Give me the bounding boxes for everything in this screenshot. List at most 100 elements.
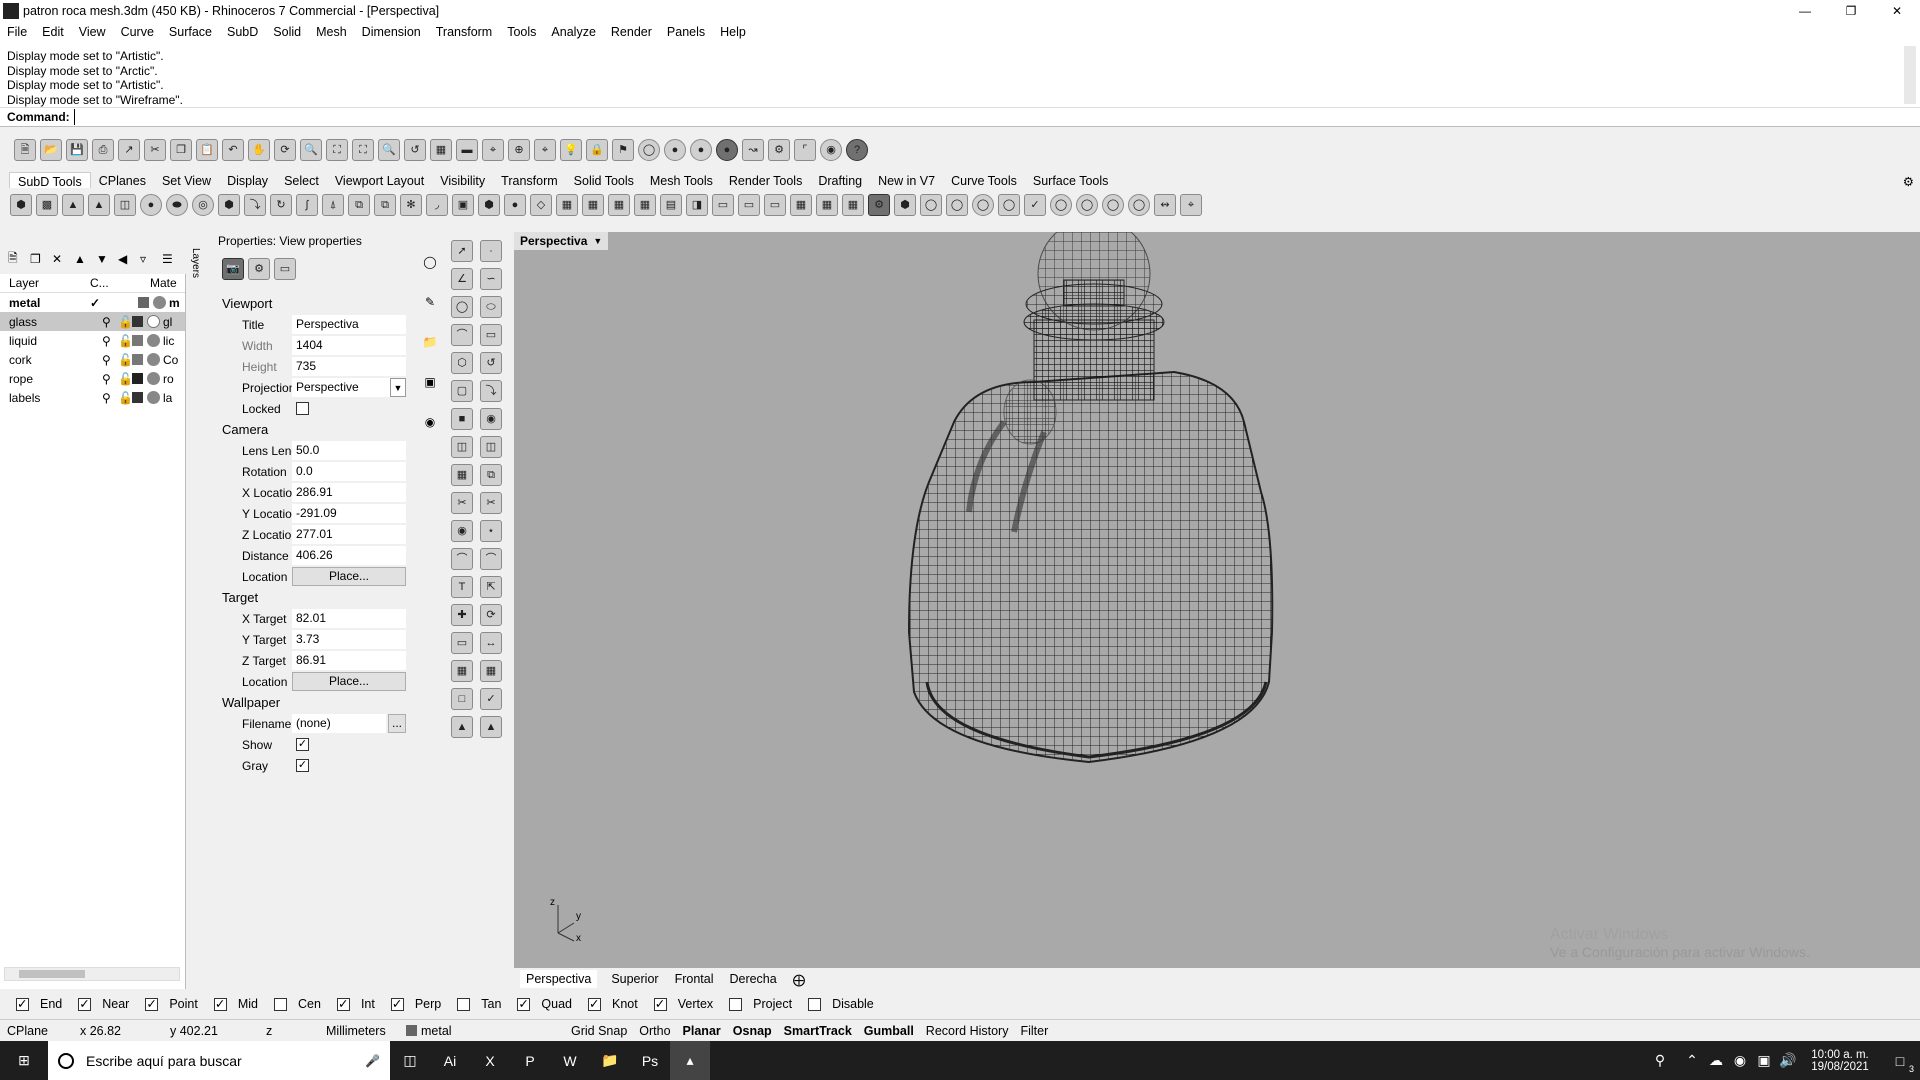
subd-sphere-icon[interactable]: ● — [140, 194, 162, 216]
subd-symmetry-icon[interactable]: ▦ — [790, 194, 812, 216]
subd-slide-icon[interactable]: ◇ — [530, 194, 552, 216]
analysis-icon[interactable]: ▲ — [480, 716, 502, 738]
height-field[interactable]: 735 — [292, 357, 406, 376]
tab-select[interactable]: Select — [284, 174, 319, 188]
projection-select[interactable]: Perspective ▼ — [292, 378, 406, 397]
tab-render-tools[interactable]: Render Tools — [729, 174, 802, 188]
new-sublayer-icon[interactable]: ❐ — [30, 252, 52, 266]
distance-field[interactable]: 406.26 — [292, 546, 406, 565]
toggle-osnap[interactable]: Osnap — [733, 1024, 772, 1038]
subd-gumball-icon[interactable]: ↭ — [1154, 194, 1176, 216]
new-file-icon[interactable]: 🗎 — [14, 139, 36, 161]
word-icon[interactable]: W — [550, 1041, 590, 1080]
current-layer-check-icon[interactable]: ✓ — [90, 296, 138, 310]
rhino-taskbar-icon[interactable]: ▴ — [670, 1041, 710, 1080]
rectangle-icon[interactable]: ▭ — [480, 324, 502, 346]
tab-frontal[interactable]: Frontal — [675, 972, 714, 986]
tab-display[interactable]: Display — [227, 174, 268, 188]
zoom-window-icon[interactable]: ⛶ — [326, 139, 348, 161]
subd-analysis-icon[interactable]: ◯ — [1128, 194, 1150, 216]
osnap-vertex-checkbox[interactable]: ✓ — [653, 997, 667, 1011]
subd-subdivide-icon[interactable]: ▤ — [660, 194, 682, 216]
menu-analyze[interactable]: Analyze — [551, 25, 595, 39]
filter-icon[interactable]: ▿ — [140, 252, 162, 266]
viewport-title[interactable]: Perspectiva ▼ — [514, 232, 609, 250]
undo-icon[interactable]: ↶ — [222, 139, 244, 161]
taskbar-search-box[interactable]: Escribe aquí para buscar 🎤 — [48, 1041, 390, 1080]
browse-button[interactable]: ... — [388, 714, 406, 733]
pan-icon[interactable]: ✋ — [248, 139, 270, 161]
boolean-icon[interactable]: ◉ — [480, 408, 502, 430]
subd-unweld-icon[interactable]: ▭ — [738, 194, 760, 216]
tab-surface-tools[interactable]: Surface Tools — [1033, 174, 1109, 188]
trim-icon[interactable]: ✂ — [451, 492, 473, 514]
add-viewport-icon[interactable]: ⨁ — [793, 972, 806, 987]
checkmark-icon[interactable]: ✓ — [480, 688, 502, 710]
arc-icon[interactable]: ⌒ — [451, 324, 473, 346]
volume-icon[interactable]: 🔊 — [1776, 1041, 1800, 1080]
subd-mesh-icon[interactable]: ◨ — [686, 194, 708, 216]
subd-multipipe-icon[interactable]: ⍋ — [322, 194, 344, 216]
subd-ellipsoid-icon[interactable]: ⬬ — [166, 194, 188, 216]
people-icon[interactable]: ⚲ — [1640, 1041, 1680, 1080]
subd-insert-point-icon[interactable]: ● — [504, 194, 526, 216]
osnap-tan-checkbox[interactable] — [457, 997, 471, 1011]
osnap-point[interactable]: ✓ Point — [137, 997, 198, 1011]
render-tools-icon[interactable]: ◉ — [820, 139, 842, 161]
locked-checkbox[interactable] — [296, 402, 309, 415]
move-down-icon[interactable]: ▼ — [96, 252, 118, 266]
toggle-grid-snap[interactable]: Grid Snap — [571, 1024, 627, 1038]
visibility-bulb-icon[interactable]: ⚲ — [102, 353, 118, 367]
tab-solid-tools[interactable]: Solid Tools — [574, 174, 634, 188]
cplane-label[interactable]: CPlane — [0, 1024, 80, 1038]
osnap-perp-checkbox[interactable]: ✓ — [390, 997, 404, 1011]
subd-split-icon[interactable]: ▦ — [556, 194, 578, 216]
subd-bevel-edge-icon[interactable]: ⬢ — [478, 194, 500, 216]
tab-transform[interactable]: Transform — [501, 174, 558, 188]
save-icon[interactable]: 💾 — [66, 139, 88, 161]
layer-tools-icon[interactable]: ☰ — [162, 252, 184, 266]
subd-convert-icon[interactable]: ⬢ — [894, 194, 916, 216]
layer-column-header[interactable]: Layer — [0, 276, 90, 290]
subd-primitive-icon[interactable]: ⬢ — [218, 194, 240, 216]
task-view-icon[interactable]: ◫ — [390, 1041, 430, 1080]
lock-icon[interactable]: 🔓 — [118, 353, 133, 367]
undo-view-icon[interactable]: ↺ — [404, 139, 426, 161]
open-file-icon[interactable]: 📂 — [40, 139, 62, 161]
brush-panel-icon[interactable]: ✎ — [418, 295, 442, 335]
perspective-viewport[interactable]: z y x Activar Windows Ve a Configuración… — [514, 232, 1920, 968]
gray-checkbox[interactable]: ✓ — [296, 759, 309, 772]
visibility-bulb-icon[interactable]: ⚲ — [102, 391, 118, 405]
subd-crease-icon[interactable]: ▦ — [608, 194, 630, 216]
tab-visibility[interactable]: Visibility — [440, 174, 485, 188]
subd-flip-icon[interactable]: ◯ — [946, 194, 968, 216]
yt-field[interactable]: 3.73 — [292, 630, 406, 649]
color-swatch[interactable] — [138, 297, 149, 308]
osnap-near-checkbox[interactable]: ✓ — [78, 997, 92, 1011]
xt-field[interactable]: 82.01 — [292, 609, 406, 628]
osnap-cen[interactable]: Cen — [266, 997, 321, 1011]
menu-curve[interactable]: Curve — [121, 25, 154, 39]
target-place-button[interactable]: Place... — [292, 672, 406, 691]
tab-curve-tools[interactable]: Curve Tools — [951, 174, 1017, 188]
subd-repair-icon[interactable]: ⚙ — [868, 194, 890, 216]
subd-pipe-icon[interactable]: ∫ — [296, 194, 318, 216]
subd-plane-icon[interactable]: ▩ — [36, 194, 58, 216]
osnap-project-checkbox[interactable] — [729, 997, 743, 1011]
osnap-disable-checkbox[interactable] — [808, 997, 822, 1011]
filename-field[interactable]: (none) — [292, 714, 386, 733]
toolbar-settings-icon[interactable]: ⚙ — [1903, 174, 1914, 189]
light-icon[interactable]: 💡 — [560, 139, 582, 161]
yloc-field[interactable]: -291.09 — [292, 504, 406, 523]
lock-icon[interactable]: 🔓 — [118, 334, 133, 348]
rotate-icon[interactable]: ⟳ — [480, 604, 502, 626]
menu-subd[interactable]: SubD — [227, 25, 258, 39]
patch-icon[interactable]: ◫ — [480, 436, 502, 458]
clock[interactable]: 10:00 a. m. 19/08/2021 — [1800, 1049, 1880, 1073]
osnap-point-checkbox[interactable]: ✓ — [145, 997, 159, 1011]
subd-weld-icon[interactable]: ▭ — [712, 194, 734, 216]
circle-icon[interactable]: ◯ — [451, 296, 473, 318]
osnap-disable[interactable]: Disable — [800, 997, 874, 1011]
layer-row[interactable]: glass ⚲ 🔓 gl — [0, 312, 185, 331]
subd-dissolve-icon[interactable]: ▦ — [816, 194, 838, 216]
